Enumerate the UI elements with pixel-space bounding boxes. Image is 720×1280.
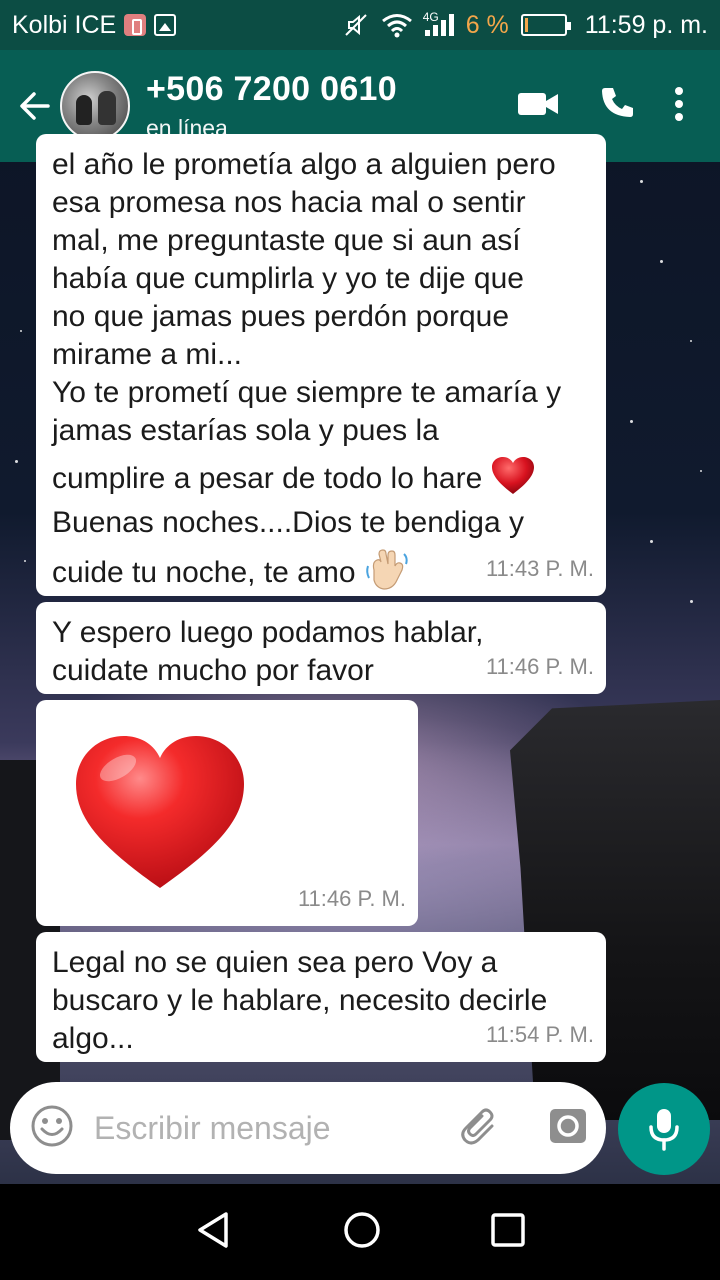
nav-back-button[interactable] [194, 1210, 234, 1255]
message-line: Yo te prometí que siempre te amaría y [52, 376, 562, 409]
microphone-icon [649, 1109, 679, 1151]
contact-info[interactable]: +506 7200 0610 en línea [146, 70, 397, 142]
message-line: Y espero luego podamos hablar, [52, 616, 484, 649]
voice-record-button[interactable] [618, 1083, 710, 1175]
video-call-button[interactable] [516, 89, 560, 124]
circle-home-icon [344, 1211, 380, 1248]
wifi-icon [381, 14, 412, 38]
message-line: mirame a mi... [52, 338, 243, 371]
network-type: 4G [422, 10, 439, 24]
clock: 11:59 p. m. [584, 10, 708, 39]
more-vertical-icon [675, 86, 683, 121]
message-timestamp: 11:46 P. M. [297, 886, 406, 911]
battery-icon [520, 14, 571, 36]
message-timestamp: 11:46 P. M. [485, 654, 594, 679]
message-timestamp: 11:54 P. M. [485, 1022, 594, 1047]
mute-icon [344, 14, 367, 36]
contact-avatar[interactable] [60, 71, 130, 141]
sim-icon [124, 14, 147, 36]
video-camera-icon [518, 92, 558, 115]
battery-percent: 6 % [465, 10, 509, 39]
message-composer: Escribir mensaje [10, 1082, 606, 1174]
red-heart-sticker-icon [76, 736, 244, 888]
status-bar: Kolbi ICE 4G 6 % 11:59 p. m. [0, 0, 720, 50]
emoji-button[interactable] [30, 1104, 74, 1153]
system-navigation-bar [0, 1184, 720, 1280]
message-line: no que jamas pues perdón porque [52, 300, 510, 333]
message-line: cumplire a pesar de todo lo hare [52, 462, 483, 495]
carrier-name: Kolbi ICE [12, 10, 117, 39]
square-recents-icon [491, 1212, 525, 1247]
sticker-message[interactable]: 11:46 P. M. [36, 700, 418, 926]
camera-button[interactable] [548, 1106, 588, 1151]
arrow-left-icon [20, 92, 50, 120]
more-options-button[interactable] [674, 86, 684, 127]
message-bubble[interactable]: Legal no se quien sea pero Voy a buscaro… [36, 932, 606, 1062]
message-line: jamas estarías sola y pues la [52, 414, 439, 447]
message-line: mal, me preguntaste que si aun así [52, 224, 521, 257]
message-line: había que cumplirla y yo te dije que [52, 262, 524, 295]
waving-hand-emoji-icon [366, 549, 408, 590]
nav-home-button[interactable] [342, 1210, 382, 1255]
message-input[interactable]: Escribir mensaje [94, 1110, 331, 1147]
nav-recents-button[interactable] [490, 1212, 526, 1253]
contact-name: +506 7200 0610 [146, 70, 397, 108]
smiley-icon [31, 1105, 73, 1146]
paperclip-icon [461, 1108, 494, 1144]
back-button[interactable] [10, 76, 60, 136]
message-line: Legal no se quien sea pero Voy a [52, 946, 498, 979]
image-notification-icon [154, 14, 177, 36]
heart-emoji-icon [491, 457, 534, 494]
message-line: cuide tu noche, te amo [52, 556, 356, 589]
message-line: esa promesa nos hacia mal o sentir [52, 186, 526, 219]
voice-call-button[interactable] [598, 85, 636, 128]
message-timestamp: 11:43 P. M. [485, 556, 594, 581]
message-bubble[interactable]: el año le prometía algo a alguien pero e… [36, 134, 606, 596]
camera-icon [550, 1108, 586, 1143]
message-line: el año le prometía algo a alguien pero [52, 148, 556, 181]
message-line: Buenas noches....Dios te bendiga y [52, 506, 524, 539]
triangle-back-icon [198, 1211, 228, 1248]
attach-button[interactable] [458, 1104, 502, 1153]
phone-icon [602, 87, 633, 117]
message-line: buscaro y le hablare, necesito decirle [52, 984, 548, 1017]
message-bubble[interactable]: Y espero luego podamos hablar, cuidate m… [36, 602, 606, 694]
